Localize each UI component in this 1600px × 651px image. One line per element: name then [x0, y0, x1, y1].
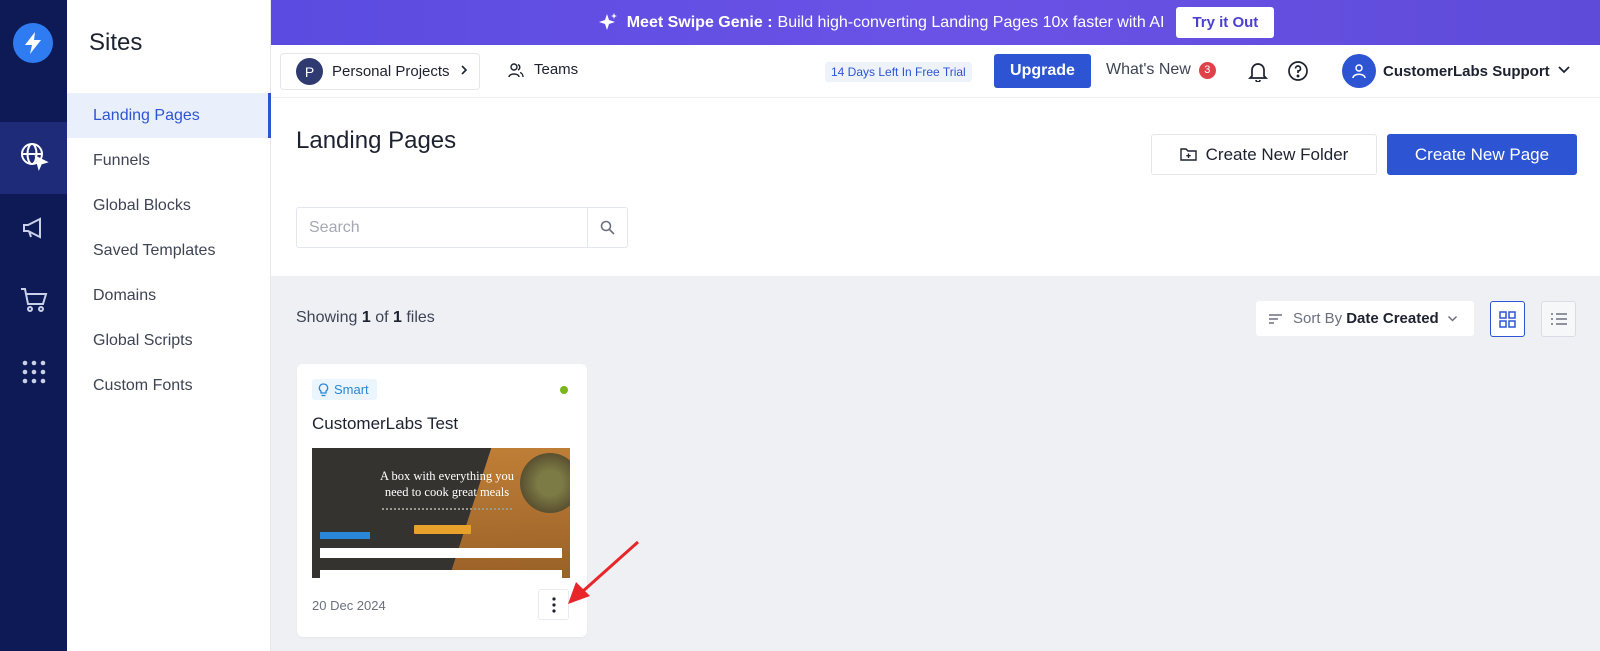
- rail-store[interactable]: [0, 266, 67, 338]
- search-icon: [600, 220, 615, 235]
- showing-suffix: files: [406, 309, 435, 326]
- user-avatar-icon: [1342, 54, 1376, 88]
- rail-sites[interactable]: [0, 122, 67, 194]
- whats-new-link[interactable]: What's New 3: [1106, 61, 1216, 79]
- sites-nav-global-scripts[interactable]: Global Scripts: [67, 318, 271, 363]
- thumbnail-blue-bar: [320, 532, 370, 539]
- sites-nav-domains[interactable]: Domains: [67, 273, 271, 318]
- megaphone-icon: [20, 214, 48, 247]
- list-view-icon: [1550, 313, 1567, 325]
- apps-grid-icon: [21, 359, 47, 390]
- search-input[interactable]: [297, 208, 588, 247]
- sites-title: Sites: [89, 29, 143, 56]
- try-it-out-button[interactable]: Try it Out: [1176, 7, 1275, 38]
- results-count: Showing 1 of 1 files: [296, 309, 435, 327]
- sites-nav-landing-pages[interactable]: Landing Pages: [67, 93, 271, 138]
- sort-dropdown[interactable]: Sort By Date Created: [1256, 301, 1474, 336]
- whats-new-label: What's New: [1106, 61, 1191, 78]
- status-dot: [560, 386, 568, 394]
- grid-view-icon: [1499, 310, 1516, 328]
- app-logo-icon[interactable]: [13, 23, 53, 63]
- list-view-button[interactable]: [1541, 301, 1576, 337]
- thumbnail-features: [382, 508, 512, 512]
- project-avatar: P: [296, 58, 323, 85]
- page-card[interactable]: Smart CustomerLabs Test A box with every…: [297, 364, 587, 637]
- chevron-right-icon: [459, 63, 469, 81]
- top-bar: P Personal Projects Teams 14 Days Left I…: [271, 45, 1600, 98]
- chevron-down-icon: [1557, 62, 1571, 80]
- showing-of: of: [375, 309, 389, 326]
- folder-plus-icon: [1179, 148, 1197, 161]
- card-date: 20 Dec 2024: [312, 598, 386, 613]
- thumbnail-headline-line-1: A box with everything you: [379, 469, 514, 483]
- page-title: Landing Pages: [296, 127, 457, 154]
- sites-nav-funnels[interactable]: Funnels: [67, 138, 271, 183]
- thumbnail-headline: A box with everything you need to cook g…: [362, 468, 532, 500]
- sites-nav-custom-fonts[interactable]: Custom Fonts: [67, 363, 271, 408]
- more-vertical-icon: [551, 596, 556, 613]
- rail-campaigns[interactable]: [0, 194, 67, 266]
- sort-lines-icon: [1269, 313, 1282, 324]
- sparkle-icon: [597, 12, 619, 34]
- banner-headline: Meet Swipe Genie :: [626, 13, 773, 31]
- whats-new-count-badge: 3: [1198, 61, 1216, 79]
- create-new-page-button[interactable]: Create New Page: [1387, 134, 1577, 175]
- annotation-arrow-icon: [568, 540, 639, 604]
- search-button[interactable]: [587, 208, 627, 247]
- help-icon[interactable]: [1287, 60, 1309, 87]
- cart-icon: [19, 286, 49, 319]
- lightbulb-icon: [318, 382, 329, 396]
- page-header: Landing Pages Create New Folder Create N…: [271, 98, 1600, 276]
- promo-banner: Meet Swipe Genie : Build high-converting…: [271, 0, 1600, 45]
- project-label: Personal Projects: [332, 63, 450, 80]
- showing-count: 1: [361, 309, 371, 326]
- thumbnail-white-bar: [320, 548, 562, 558]
- thumbnail-white-bar-2: [320, 570, 562, 578]
- sites-nav: Landing Pages Funnels Global Blocks Save…: [67, 93, 271, 408]
- teams-label: Teams: [534, 61, 579, 78]
- globe-cursor-icon: [19, 141, 49, 176]
- icon-rail: [0, 0, 67, 651]
- teams-icon: [508, 62, 524, 77]
- banner-text: Build high-converting Landing Pages 10x …: [777, 13, 1165, 31]
- upgrade-button[interactable]: Upgrade: [994, 54, 1091, 88]
- showing-prefix: Showing: [296, 309, 358, 326]
- sites-nav-global-blocks[interactable]: Global Blocks: [67, 183, 271, 228]
- thumbnail-cta: [414, 525, 471, 534]
- trial-badge: 14 Days Left In Free Trial: [825, 62, 972, 82]
- teams-link[interactable]: Teams: [508, 61, 578, 78]
- chevron-down-icon: [1447, 310, 1458, 327]
- create-new-folder-button[interactable]: Create New Folder: [1151, 134, 1377, 175]
- smart-badge: Smart: [312, 379, 377, 400]
- user-menu[interactable]: CustomerLabs Support: [1342, 54, 1571, 88]
- project-switcher[interactable]: P Personal Projects: [280, 53, 480, 90]
- grid-view-button[interactable]: [1490, 301, 1525, 337]
- sites-panel: Sites Landing Pages Funnels Global Block…: [67, 0, 271, 651]
- sort-label: Sort By: [1293, 310, 1343, 327]
- card-title[interactable]: CustomerLabs Test: [312, 414, 458, 434]
- page-thumbnail[interactable]: A box with everything you need to cook g…: [312, 448, 570, 578]
- sites-nav-saved-templates[interactable]: Saved Templates: [67, 228, 271, 273]
- bell-icon[interactable]: [1247, 60, 1269, 87]
- thumbnail-headline-line-2: need to cook great meals: [384, 485, 510, 499]
- create-new-folder-label: Create New Folder: [1205, 144, 1349, 164]
- smart-badge-label: Smart: [334, 382, 369, 397]
- search-box: [296, 207, 628, 248]
- sort-value: Date Created: [1346, 310, 1439, 327]
- rail-apps[interactable]: [0, 338, 67, 410]
- showing-total: 1: [392, 309, 402, 326]
- user-name: CustomerLabs Support: [1383, 62, 1550, 80]
